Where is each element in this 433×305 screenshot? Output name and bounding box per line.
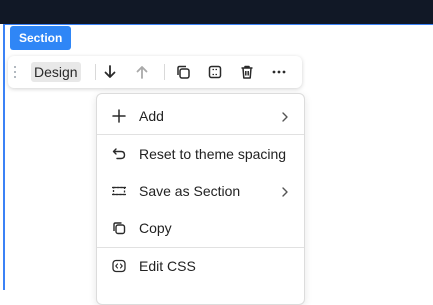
move-up-icon[interactable]: [133, 63, 151, 81]
menu-item-label: Add: [139, 108, 164, 124]
section-toolbar: Design: [8, 56, 302, 88]
menu-item-copy[interactable]: Copy: [97, 210, 304, 246]
context-menu: Add Reset to theme spacing Save as Secti…: [96, 93, 305, 305]
menu-item-reset-spacing[interactable]: Reset to theme spacing: [97, 136, 304, 172]
delete-icon[interactable]: [238, 63, 256, 81]
menu-item-edit-css[interactable]: Edit CSS: [97, 248, 304, 284]
menu-item-label: Copy: [139, 220, 172, 236]
undo-icon: [111, 146, 127, 162]
menu-divider: [97, 134, 304, 135]
code-icon: [111, 258, 127, 274]
copy-icon: [111, 220, 127, 236]
chevron-right-icon: [280, 185, 290, 197]
menu-item-label: Edit CSS: [139, 258, 196, 274]
section-tag[interactable]: Section: [10, 26, 72, 50]
drag-handle-icon[interactable]: [14, 66, 18, 78]
menu-item-label: Reset to theme spacing: [139, 146, 287, 162]
plus-icon: [111, 108, 127, 124]
more-icon[interactable]: [270, 63, 288, 81]
move-down-icon[interactable]: [101, 63, 119, 81]
toolbar-divider: [95, 64, 96, 80]
design-button[interactable]: Design: [31, 62, 81, 82]
duplicate-icon[interactable]: [174, 63, 192, 81]
menu-item-save-as-section[interactable]: Save as Section: [97, 173, 304, 209]
select-frame-icon[interactable]: [206, 63, 224, 81]
save-section-icon: [111, 183, 127, 199]
menu-item-label: Save as Section: [139, 183, 241, 199]
editor-top-bar: [0, 0, 433, 24]
menu-item-add[interactable]: Add: [97, 98, 304, 134]
toolbar-divider: [164, 64, 165, 80]
chevron-right-icon: [280, 110, 290, 122]
